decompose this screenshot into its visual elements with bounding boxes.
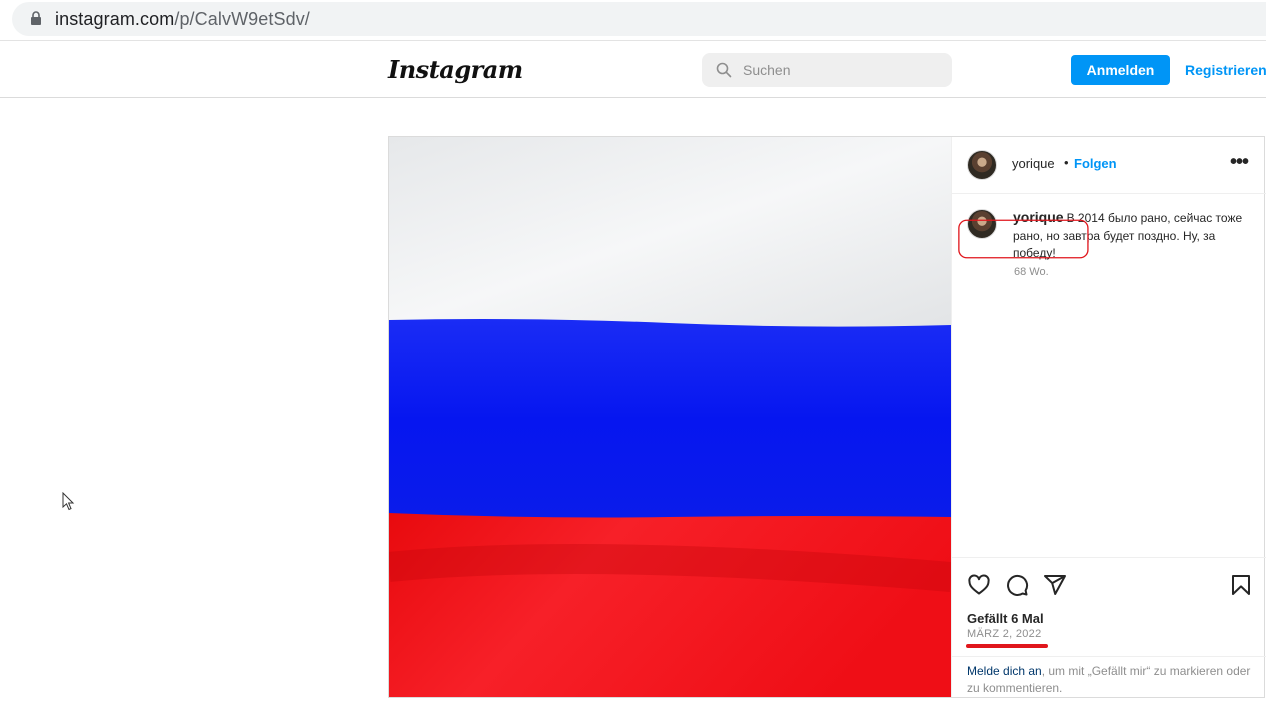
login-prompt: Melde dich an, um mit „Gefällt mir“ zu m… [952, 656, 1266, 698]
login-button[interactable]: Anmelden [1071, 55, 1170, 85]
post-username[interactable]: yorique [1012, 156, 1055, 171]
cursor-icon [62, 492, 75, 511]
russian-flag-image [389, 137, 951, 697]
search-icon [716, 62, 732, 78]
url-path: /p/CalvW9etSdv/ [174, 9, 310, 29]
avatar[interactable] [967, 150, 997, 180]
lock-icon [31, 11, 41, 25]
likes-count[interactable]: Gefällt 6 Mal [967, 611, 1044, 626]
search-placeholder: Suchen [743, 62, 791, 78]
annotation-oval [958, 219, 1089, 259]
login-link[interactable]: Melde dich an [967, 664, 1042, 678]
post-actions: Gefällt 6 Mal MÄRZ 2, 2022 Melde dich an… [952, 557, 1266, 697]
separator-dot: • [1064, 155, 1069, 170]
comment-icon[interactable] [1005, 573, 1029, 597]
heart-icon[interactable] [967, 573, 991, 597]
url-host: instagram.com [55, 9, 175, 29]
share-icon[interactable] [1043, 573, 1067, 597]
register-link[interactable]: Registrieren [1185, 62, 1266, 78]
instagram-logo[interactable]: Instagram [388, 55, 523, 84]
address-text[interactable]: instagram.com/p/CalvW9etSdv/ [55, 9, 310, 30]
post-media[interactable] [389, 137, 951, 697]
search-input[interactable]: Suchen [702, 53, 952, 87]
post-header: yorique • Folgen ••• [952, 137, 1266, 194]
browser-url-bar: instagram.com/p/CalvW9etSdv/ [0, 0, 1266, 41]
follow-button[interactable]: Folgen [1074, 156, 1117, 171]
bookmark-icon[interactable] [1229, 573, 1253, 597]
annotation-underline [966, 644, 1048, 648]
more-icon[interactable]: ••• [1230, 151, 1249, 174]
instagram-header: Instagram Suchen Anmelden Registrieren [0, 41, 1266, 98]
post-date[interactable]: MÄRZ 2, 2022 [967, 628, 1042, 640]
